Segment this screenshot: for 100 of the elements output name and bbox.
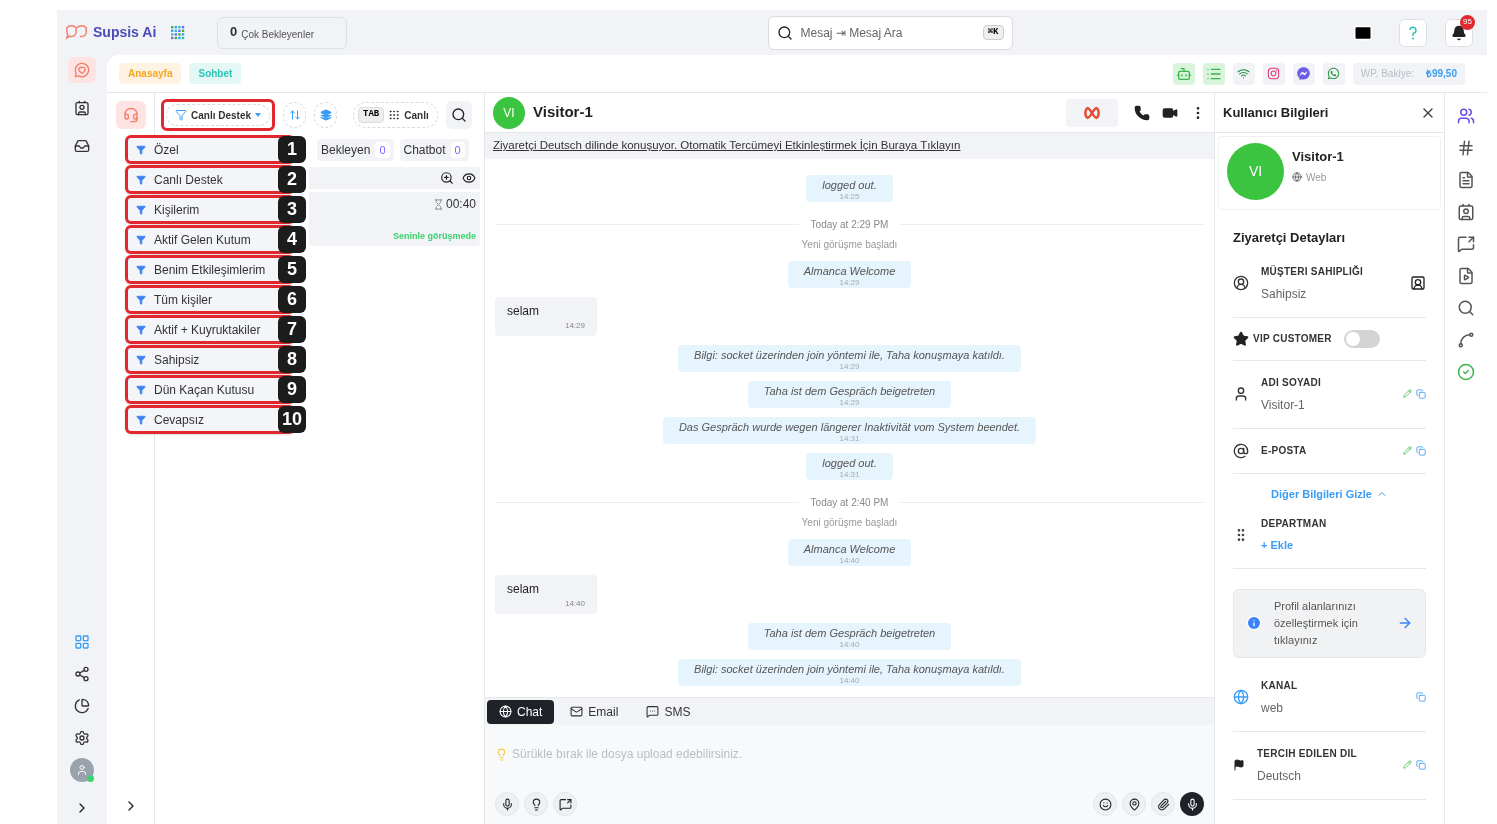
message-text: Bilgi: socket üzerinden join yöntemi ile, Taha konuşmaya katıldı. [694,663,1005,676]
instagram-button[interactable] [1262,62,1285,85]
message-text: logged out. [822,179,877,192]
conversation-card[interactable]: 00:40 Seninle görüşmede [309,192,480,246]
composer-tab[interactable]: SMS [634,699,703,724]
layers-button[interactable] [314,102,338,128]
composer-tool-button[interactable] [1093,792,1117,816]
composer-tool-button[interactable] [524,792,548,816]
brand-name: Supsis Ai [93,23,157,42]
list-button[interactable] [1202,62,1225,85]
filter-option[interactable]: Tüm kişiler [128,288,278,311]
composer-tool-button[interactable] [1151,792,1175,816]
filter-option[interactable]: Cevapsız [128,408,278,431]
copy-icon [1416,389,1426,399]
bell-icon [1451,24,1467,41]
hash-icon [1457,139,1475,157]
filter-option[interactable]: Benim Etkileşimlerim [128,258,278,281]
composer-tool-button[interactable] [495,792,519,816]
step-number: 2 [278,166,306,193]
bot-button[interactable] [1172,62,1195,85]
whatsapp-button[interactable] [1322,62,1345,85]
sort-button[interactable] [283,102,307,128]
zoom-in-icon [440,171,454,185]
notifications-button[interactable]: 95 [1445,18,1473,47]
hourglass-icon [432,198,444,210]
queue-counter[interactable]: Bekleyen 0 [317,139,394,161]
lightbulb-icon [495,747,508,761]
contact-card-icon [74,100,90,116]
step-number: 3 [278,196,306,223]
smile-icon [1098,797,1112,811]
badge-icon [1410,275,1426,291]
wifi-icon [1237,67,1251,80]
message-input[interactable]: Sürükle bırak ile dosya upload edebilirsiniz. [512,745,1204,763]
message-time: 14:29 [564,320,585,332]
at-icon [1233,442,1249,459]
message-time: 14:40 [839,676,860,685]
chart-icon [74,698,90,714]
filter-icon [175,109,187,121]
search-input[interactable]: Mesaj ⇥ Mesaj Ara [800,23,975,42]
filter-option[interactable]: Canlı Destek [128,168,278,191]
search-button[interactable] [445,101,472,129]
user-icon [1233,386,1249,402]
composer-tool-button[interactable] [553,792,577,816]
filter-option[interactable]: Dün Kaçan Kutusu [128,378,278,401]
composer-tool-button[interactable] [1122,792,1146,816]
microphone-icon [500,797,514,811]
grid-icon [74,634,90,650]
profile-avatar: VI [1227,143,1284,200]
document-icon [1457,171,1475,189]
record-button[interactable] [1180,792,1204,816]
filter-icon [136,354,146,365]
search-icon [1457,299,1475,317]
field-label: KANAL [1261,678,1299,693]
queue-counter[interactable]: Chatbot 0 [399,139,469,161]
section-title: Ziyaretçi Detayları [1232,229,1346,247]
hint-text: Profil alanlarınızı özelleştirmek için tıklayınız [1274,598,1359,648]
field-label: VIP CUSTOMER [1253,332,1332,346]
filter-option[interactable]: Özel [128,138,278,161]
layers-icon [319,109,332,121]
live-support-button[interactable] [115,101,146,129]
filter-option[interactable]: Aktif Gelen Kutum [128,228,278,251]
filter-icon [136,414,146,425]
field-value: web [1261,699,1284,717]
customize-profile-card[interactable]: Profil alanlarınızı özelleştirmek için tıklayınız [1233,588,1426,658]
date-divider: Today at 2:40 PM [810,496,889,510]
composer-tab[interactable]: Email [558,699,631,724]
apps-grid-icon[interactable] [171,25,185,40]
search-icon [776,24,793,41]
step-number: 8 [278,346,306,373]
field-label: E-POSTA [1261,444,1308,458]
globe-icon [1233,689,1249,705]
field-label: DEPARTMAN [1261,517,1328,531]
step-number: 1 [278,136,306,163]
panel-title: Kullanıcı Bilgileri [1223,103,1330,122]
messenger-button[interactable] [1292,62,1315,85]
chat-icon [74,62,90,78]
integration-button[interactable] [1066,98,1118,127]
user-avatar[interactable] [70,758,94,782]
composer-tab[interactable]: Chat [487,699,555,724]
phone-icon [1134,104,1150,121]
filter-option[interactable]: Aktif + Kuyruktakiler [128,318,278,341]
search-field[interactable]: Mesaj ⇥ Mesaj Ara ⌘K [767,15,1013,50]
step-number: 10 [278,406,306,433]
field-label: MÜŞTERI SAHIPLIĞI [1261,264,1365,279]
field-value: Deutsch [1257,767,1303,785]
wifi-button[interactable] [1232,62,1255,85]
notification-badge: 95 [1460,14,1475,30]
filter-icon [136,204,146,215]
arrow-right-icon [1397,615,1413,631]
vip-toggle[interactable] [1343,329,1380,348]
message-time: 14:25 [839,192,860,201]
message-icon [646,705,660,718]
filter-option[interactable]: Sahipsiz [128,348,278,371]
sort-icon [288,109,301,121]
filter-option[interactable]: Kişilerim [128,198,278,221]
message-time: 14:29 [839,362,860,371]
settings-icon [74,730,90,746]
message-text: selam [507,581,540,598]
step-number: 5 [278,256,306,283]
waiting-counter[interactable]: 0 Çok Bekleyenler [217,16,347,49]
